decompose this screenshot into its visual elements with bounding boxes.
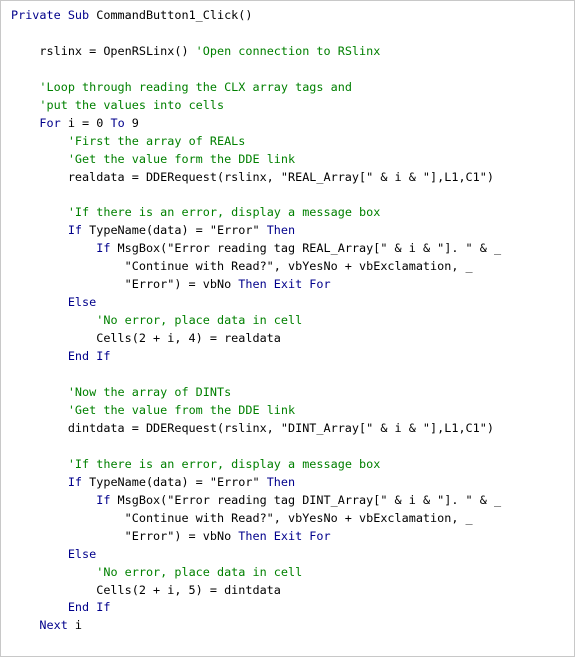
- code-token-txt: CommandButton1_Click(): [96, 8, 253, 22]
- code-token-kw: Then Exit For: [238, 528, 331, 543]
- code-token-cmt: 'Loop through reading the CLX array tags…: [39, 79, 352, 94]
- code-token-kw: Then Exit For: [238, 277, 331, 292]
- code-token-kw: If: [11, 492, 118, 507]
- code-token-kw: Next: [11, 618, 75, 633]
- code-token-kw: Then: [266, 223, 296, 238]
- code-token-cmt: 'No error, place data in cell: [96, 564, 303, 579]
- code-token-txt: TypeName(data) = "Error": [89, 223, 267, 238]
- code-line: "Error") = vbNo Then Exit For: [11, 276, 574, 294]
- code-token-txt: TypeName(data) = "Error": [89, 474, 267, 489]
- code-listing[interactable]: Private Sub CommandButton1_Click() rslin…: [1, 1, 574, 656]
- code-line: Cells(2 + i, 4) = realdata: [11, 330, 574, 348]
- code-token-kw: End If: [11, 349, 111, 364]
- code-line: "Error") = vbNo Then Exit For: [11, 528, 574, 546]
- code-token-txt: "Error") = vbNo: [11, 528, 239, 543]
- code-line: "Continue with Read?", vbYesNo + vbExcla…: [11, 258, 574, 276]
- code-line: If MsgBox("Error reading tag REAL_Array[…: [11, 240, 574, 258]
- code-token-kw: If: [11, 223, 90, 238]
- code-token-txt: Cells(2 + i, 4) = realdata: [11, 331, 281, 346]
- code-line: If TypeName(data) = "Error" Then: [11, 222, 574, 240]
- code-token-txt: MsgBox("Error reading tag DINT_Array[" &…: [117, 492, 502, 507]
- code-line: 'If there is an error, display a message…: [11, 204, 574, 222]
- code-line: 'Get the value form the DDE link: [11, 151, 574, 169]
- code-token-cmt: 'First the array of REALs: [67, 133, 246, 148]
- code-token-kw: If: [11, 241, 118, 256]
- code-token-kw: To: [110, 115, 132, 130]
- code-line: Cells(2 + i, 5) = dintdata: [11, 582, 574, 600]
- code-token-txt: i: [74, 618, 83, 633]
- code-token-cmt: 'put the values into cells: [39, 97, 225, 112]
- code-token-txt: realdata = DDERequest(rslinx, "REAL_Arra…: [11, 169, 494, 184]
- code-line: 'Get the value from the DDE link: [11, 402, 574, 420]
- code-line: Else: [11, 294, 574, 312]
- code-line: Next i: [11, 617, 574, 635]
- code-line: Private Sub CommandButton1_Click(): [11, 7, 574, 25]
- code-token-kw: Private Sub: [11, 8, 97, 22]
- code-line: 'No error, place data in cell: [11, 312, 574, 330]
- code-line: 'Loop through reading the CLX array tags…: [11, 79, 574, 97]
- code-line: "Continue with Read?", vbYesNo + vbExcla…: [11, 510, 574, 528]
- code-token-cmt: 'Open connection to RSlinx: [195, 43, 381, 58]
- code-token-kw: Else: [11, 295, 97, 310]
- code-line: 'No error, place data in cell: [11, 564, 574, 582]
- code-line: If TypeName(data) = "Error" Then: [11, 474, 574, 492]
- code-line: 'put the values into cells: [11, 97, 574, 115]
- code-token-txt: 9: [131, 115, 139, 130]
- code-token-kw: Else: [11, 546, 97, 561]
- code-line: 'If there is an error, display a message…: [11, 456, 574, 474]
- code-line: 'First the array of REALs: [11, 133, 574, 151]
- code-line: rslinx = OpenRSLinx() 'Open connection t…: [11, 43, 574, 61]
- code-token-kw: For: [11, 115, 68, 130]
- code-token-txt: "Continue with Read?", vbYesNo + vbExcla…: [11, 510, 473, 525]
- code-token-txt: 0: [96, 115, 111, 130]
- code-token-txt: dintdata = DDERequest(rslinx, "DINT_Arra…: [11, 420, 494, 435]
- code-token-txt: "Error") = vbNo: [11, 277, 239, 292]
- code-line: 'Now the array of DINTs: [11, 384, 574, 402]
- code-line: End If: [11, 599, 574, 617]
- code-token-kw: If: [11, 474, 90, 489]
- code-token-cmt: 'Get the value from the DDE link: [67, 402, 296, 417]
- code-token-txt: rslinx = OpenRSLinx(): [11, 43, 196, 58]
- code-token-cmt: 'If there is an error, display a message…: [67, 205, 381, 220]
- code-token-txt: "Continue with Read?", vbYesNo + vbExcla…: [11, 259, 473, 274]
- code-token-txt: MsgBox("Error reading tag REAL_Array[" &…: [117, 241, 502, 256]
- code-line: End If: [11, 348, 574, 366]
- code-line: realdata = DDERequest(rslinx, "REAL_Arra…: [11, 169, 574, 187]
- code-token-txt: i =: [67, 115, 97, 130]
- code-token-txt: Cells(2 + i, 5) = dintdata: [11, 582, 281, 597]
- code-token-cmt: 'If there is an error, display a message…: [67, 456, 381, 471]
- code-token-cmt: 'No error, place data in cell: [96, 313, 303, 328]
- code-token-kw: End If: [11, 600, 111, 615]
- code-line: For i = 0 To 9: [11, 115, 574, 133]
- code-token-kw: Then: [266, 474, 296, 489]
- code-editor-window: Private Sub CommandButton1_Click() rslin…: [0, 0, 575, 657]
- code-token-cmt: 'Now the array of DINTs: [67, 385, 232, 400]
- code-token-cmt: 'Get the value form the DDE link: [67, 151, 296, 166]
- code-line: Else: [11, 546, 574, 564]
- code-line: dintdata = DDERequest(rslinx, "DINT_Arra…: [11, 420, 574, 438]
- code-line: 'Terminate the DDE connection: [11, 653, 574, 656]
- code-line: If MsgBox("Error reading tag DINT_Array[…: [11, 492, 574, 510]
